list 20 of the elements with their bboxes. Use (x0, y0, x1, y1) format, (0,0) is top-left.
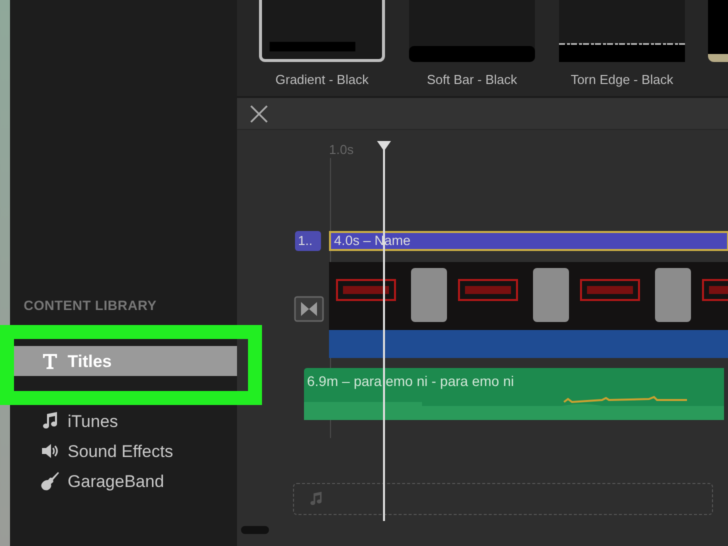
scrollbar-thumb[interactable] (241, 526, 269, 534)
ruler-time-label: 1.0s (329, 141, 354, 159)
title-thumbnail[interactable] (559, 0, 685, 62)
sidebar-item[interactable]: GarageBand (10, 466, 237, 496)
sidebar-item[interactable]: Sound Effects (10, 436, 237, 466)
music-note-icon (308, 490, 324, 508)
title-thumbnail[interactable] (708, 0, 728, 62)
section-heading: CONTENT LIBRARY (24, 297, 158, 315)
clip-label: 6.9m – para emo ni - para emo ni (306, 372, 515, 391)
clip-count-badge: 1.. (295, 231, 321, 251)
guitar-icon (40, 471, 60, 492)
video-clip[interactable] (329, 262, 728, 358)
sidebar-item[interactable]: iTunes (10, 406, 237, 436)
transition-icon[interactable] (294, 296, 324, 322)
thumbnail-label: Soft Bar - Black (426, 71, 518, 89)
thumbnail-label: Torn Edge - Black (570, 71, 674, 89)
close-icon[interactable] (250, 104, 268, 122)
title-thumbnail[interactable] (409, 0, 535, 62)
title-thumbnail[interactable] (259, 0, 385, 62)
thumbnail-label: Gradient - Black (275, 71, 369, 89)
